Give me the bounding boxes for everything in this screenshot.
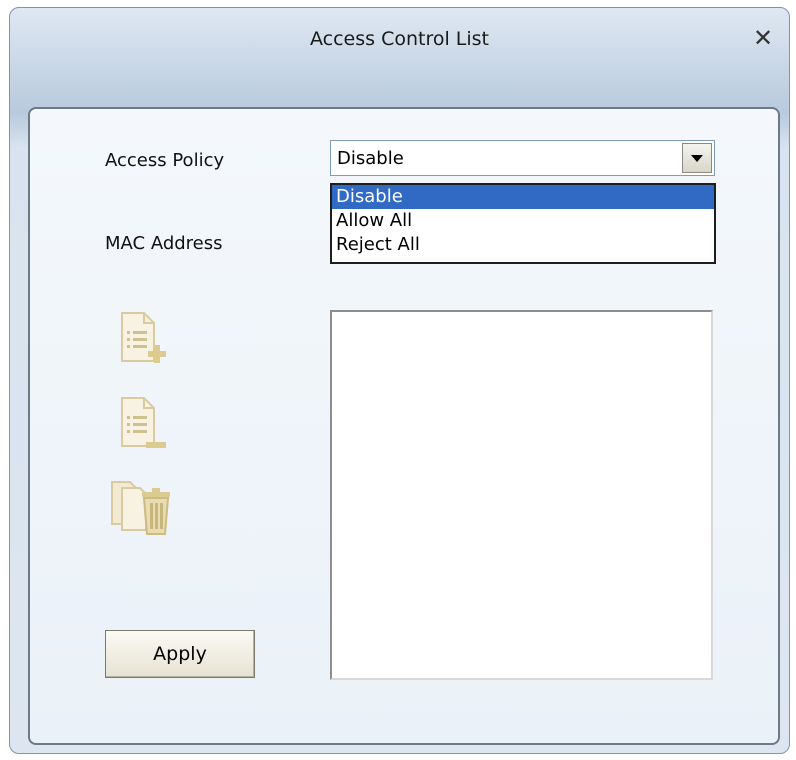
delete-all-icon[interactable] [108, 472, 170, 540]
access-policy-selected-value: Disable [337, 148, 404, 169]
mac-address-list[interactable] [330, 310, 713, 680]
option-reject-all[interactable]: Reject All [332, 233, 714, 257]
option-allow-all[interactable]: Allow All [332, 209, 714, 233]
mac-address-label: MAC Address [105, 233, 223, 254]
chevron-down-icon[interactable] [682, 143, 712, 173]
remove-entry-icon[interactable] [110, 390, 170, 458]
add-entry-icon[interactable] [110, 305, 170, 373]
apply-button[interactable]: Apply [105, 630, 255, 678]
option-disable[interactable]: Disable [332, 185, 714, 209]
access-policy-label: Access Policy [105, 150, 225, 171]
window-title: Access Control List [309, 28, 489, 50]
close-icon[interactable]: ✕ [751, 26, 775, 50]
access-policy-select[interactable]: Disable [330, 140, 715, 176]
access-policy-dropdown-list: Disable Allow All Reject All [330, 183, 716, 264]
